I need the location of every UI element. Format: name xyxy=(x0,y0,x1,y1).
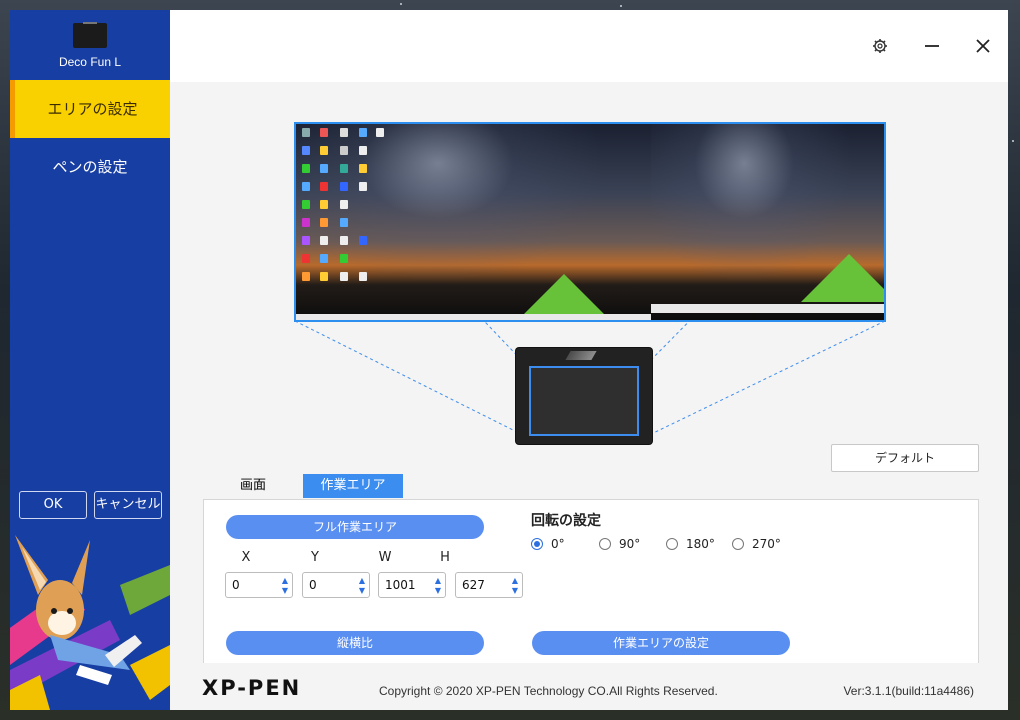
down-arrow-icon[interactable]: ▼ xyxy=(435,587,441,595)
taskbar xyxy=(651,304,884,313)
copyright-text: Copyright © 2020 XP-PEN Technology CO.Al… xyxy=(379,684,718,698)
tablet-preview xyxy=(516,348,652,444)
y-value: 0 xyxy=(309,578,317,592)
set-work-area-button[interactable]: 作業エリアの設定 xyxy=(532,631,790,655)
h-stepper[interactable]: 627 ▲ ▼ xyxy=(455,572,523,598)
rotation-0-radio[interactable]: 0° xyxy=(531,537,565,551)
taskbar xyxy=(296,314,651,320)
h-value: 627 xyxy=(462,578,485,592)
footer: XP-PEN Copyright © 2020 XP-PEN Technolog… xyxy=(170,663,1008,710)
rotation-270-radio[interactable]: 270° xyxy=(732,537,781,551)
full-area-button[interactable]: フル作業エリア xyxy=(226,515,484,539)
radio-label: 0° xyxy=(551,537,565,551)
radio-dot xyxy=(531,538,543,550)
rotation-180-radio[interactable]: 180° xyxy=(666,537,715,551)
down-arrow-icon[interactable]: ▼ xyxy=(359,587,365,595)
app-window: Deco Fun L エリアの設定 ペンの設定 OK キャンセル デフォルト 画… xyxy=(10,10,1008,710)
default-button[interactable]: デフォルト xyxy=(831,444,979,472)
x-value: 0 xyxy=(232,578,240,592)
rotation-title: 回転の設定 xyxy=(531,513,601,529)
up-arrow-icon[interactable]: ▲ xyxy=(359,577,365,585)
radio-label: 270° xyxy=(752,537,781,551)
radio-label: 90° xyxy=(619,537,641,551)
x-label: X xyxy=(241,550,251,565)
primary-screen xyxy=(296,124,651,320)
x-stepper[interactable]: 0 ▲ ▼ xyxy=(225,572,293,598)
rotation-90-radio[interactable]: 90° xyxy=(599,537,640,551)
down-arrow-icon[interactable]: ▼ xyxy=(512,587,518,595)
aspect-ratio-button[interactable]: 縦横比 xyxy=(226,631,484,655)
tablet-highlight xyxy=(565,351,597,360)
monitor-preview xyxy=(294,122,886,322)
tab-work-area[interactable]: 作業エリア xyxy=(303,474,403,498)
radio-dot xyxy=(599,538,611,550)
down-arrow-icon[interactable]: ▼ xyxy=(282,587,288,595)
radio-dot xyxy=(732,538,744,550)
version-text: Ver:3.1.1(build:11a4486) xyxy=(843,684,974,698)
w-label: W xyxy=(378,550,392,565)
xp-pen-logo: XP-PEN xyxy=(202,676,302,700)
w-stepper[interactable]: 1001 ▲ ▼ xyxy=(378,572,446,598)
tab-screen[interactable]: 画面 xyxy=(213,474,293,498)
active-area-rect[interactable] xyxy=(529,366,639,436)
radio-dot xyxy=(666,538,678,550)
y-stepper[interactable]: 0 ▲ ▼ xyxy=(302,572,370,598)
up-arrow-icon[interactable]: ▲ xyxy=(282,577,288,585)
h-label: H xyxy=(440,550,450,565)
w-value: 1001 xyxy=(385,578,416,592)
y-label: Y xyxy=(311,550,319,565)
secondary-screen xyxy=(651,124,884,320)
work-area-panel: フル作業エリア 回転の設定 0° 90° 180° 270° X Y W H 0… xyxy=(203,499,979,669)
tent-image xyxy=(801,254,884,302)
radio-label: 180° xyxy=(686,537,715,551)
up-arrow-icon[interactable]: ▲ xyxy=(512,577,518,585)
up-arrow-icon[interactable]: ▲ xyxy=(435,577,441,585)
